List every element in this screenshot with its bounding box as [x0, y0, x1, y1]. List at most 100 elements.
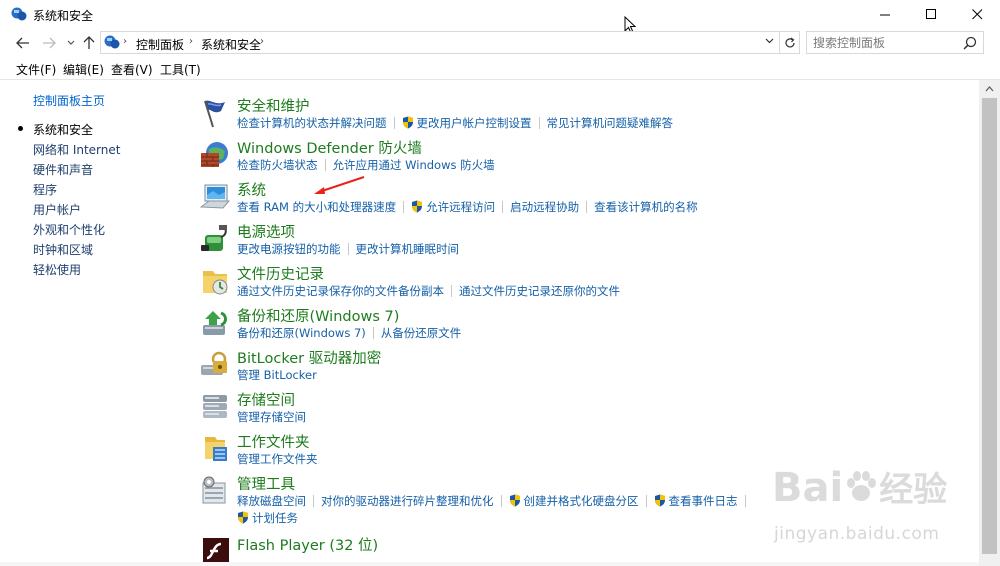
category-title[interactable]: BitLocker 驱动器加密: [237, 347, 381, 368]
work-folders-icon: [205, 437, 227, 461]
sidebar-item-system-security: 系统和安全: [33, 123, 94, 137]
title-bar: 系统和安全: [0, 0, 1000, 28]
link-uac-settings[interactable]: 更改用户帐户控制设置: [417, 116, 532, 130]
category-links: 管理 BitLocker: [237, 367, 317, 383]
link-remote-access[interactable]: 允许远程访问: [426, 200, 495, 214]
chevron-down-icon: [765, 38, 774, 44]
category-title[interactable]: 备份和还原(Windows 7): [237, 305, 399, 326]
vertical-scrollbar[interactable]: [979, 80, 1000, 566]
uac-shield-icon: [509, 494, 520, 507]
link-event-logs[interactable]: 查看事件日志: [669, 494, 738, 508]
category-title[interactable]: 工作文件夹: [237, 431, 310, 452]
bitlocker-icon: [201, 351, 227, 375]
link-check-status[interactable]: 检查计算机的状态并解决问题: [237, 116, 387, 130]
minimize-button[interactable]: [862, 0, 908, 28]
sidebar-item-user-accounts[interactable]: 用户帐户: [33, 201, 81, 218]
menu-view[interactable]: 查看(V): [111, 61, 153, 78]
arrow-up-icon: [83, 36, 95, 49]
breadcrumb-system-security[interactable]: 系统和安全: [201, 36, 261, 53]
current-item-bullet: [18, 126, 23, 131]
category-links: 备份和还原(Windows 7) 从备份还原文件: [237, 325, 461, 341]
search-input[interactable]: [813, 35, 963, 50]
category-title[interactable]: 安全和维护: [237, 95, 310, 116]
category-links: 检查防火墙状态 允许应用通过 Windows 防火墙: [237, 157, 495, 173]
category-title[interactable]: 电源选项: [237, 221, 295, 242]
breadcrumb-separator-icon[interactable]: ›: [189, 36, 193, 47]
search-box[interactable]: [806, 31, 984, 54]
link-restore-from-backup[interactable]: 从备份还原文件: [381, 326, 462, 340]
link-sleep-time[interactable]: 更改计算机睡眠时间: [356, 242, 460, 256]
close-button[interactable]: [954, 0, 1000, 28]
firewall-icon: [201, 142, 228, 167]
sidebar-item-hardware-sound[interactable]: 硬件和声音: [33, 161, 93, 178]
link-restore-files[interactable]: 通过文件历史记录还原你的文件: [459, 284, 620, 298]
link-manage-bitlocker[interactable]: 管理 BitLocker: [237, 368, 317, 382]
breadcrumb-separator-icon[interactable]: ›: [260, 36, 264, 47]
category-links: 通过文件历史记录保存你的文件备份副本 通过文件历史记录还原你的文件: [237, 283, 620, 299]
uac-shield-icon: [238, 511, 248, 524]
link-firewall-status[interactable]: 检查防火墙状态: [237, 158, 318, 172]
annotation-arrow-icon: [314, 176, 365, 194]
category-links: 更改电源按钮的功能 更改计算机睡眠时间: [237, 241, 459, 257]
uac-shield-icon: [402, 116, 413, 129]
link-power-button[interactable]: 更改电源按钮的功能: [237, 242, 341, 256]
link-save-backup[interactable]: 通过文件历史记录保存你的文件备份副本: [237, 284, 444, 298]
arrow-left-icon: [16, 37, 29, 49]
backup-icon: [203, 311, 227, 335]
link-allow-app[interactable]: 允许应用通过 Windows 防火墙: [333, 158, 495, 172]
address-bar[interactable]: › 控制面板 › 系统和安全 ›: [100, 31, 780, 54]
category-links: 检查计算机的状态并解决问题 更改用户帐户控制设置 常见计算机问题疑难解答: [237, 115, 673, 131]
category-title[interactable]: 文件历史记录: [237, 263, 324, 284]
sidebar-item-appearance[interactable]: 外观和个性化: [33, 221, 105, 238]
sidebar: 控制面板主页 系统和安全 网络和 Internet 硬件和声音 程序 用户帐户 …: [0, 80, 190, 566]
search-icon[interactable]: [963, 36, 977, 50]
watermark-logo: Bai 经验: [772, 462, 947, 511]
link-troubleshoot[interactable]: 常见计算机问题疑难解答: [547, 116, 674, 130]
maximize-button[interactable]: [908, 0, 954, 28]
link-separator: [538, 117, 540, 129]
menu-tools[interactable]: 工具(T): [160, 61, 201, 78]
watermark-logo-text: Bai: [772, 465, 844, 511]
arrow-right-icon: [43, 37, 56, 49]
baidu-watermark: Bai 经验 jingyan.baidu.com: [764, 454, 964, 550]
sidebar-item-control-panel-home[interactable]: 控制面板主页: [33, 92, 105, 109]
category-title[interactable]: 管理工具: [237, 473, 295, 494]
sidebar-item-ease-of-access[interactable]: 轻松使用: [33, 261, 81, 278]
refresh-button[interactable]: [780, 31, 800, 54]
forward-button[interactable]: [40, 34, 58, 52]
category-links: 管理工作文件夹: [237, 451, 318, 467]
uac-shield-icon: [412, 200, 423, 213]
link-separator: [586, 201, 588, 213]
computer-icon: [199, 184, 231, 209]
link-disk-cleanup[interactable]: 释放磁盘空间: [237, 494, 306, 508]
link-defragment[interactable]: 对你的驱动器进行碎片整理和优化: [321, 494, 494, 508]
recent-locations-button[interactable]: [62, 34, 80, 52]
category-title[interactable]: 存储空间: [237, 389, 295, 410]
watermark-url: jingyan.baidu.com: [774, 524, 940, 544]
menu-file[interactable]: 文件(F): [16, 61, 56, 78]
link-manage-storage[interactable]: 管理存储空间: [237, 410, 306, 424]
category-links: 管理存储空间: [237, 409, 306, 425]
address-dropdown-button[interactable]: [765, 36, 774, 47]
sidebar-item-clock-region[interactable]: 时钟和区域: [33, 241, 93, 258]
category-title[interactable]: Flash Player (32 位): [237, 534, 378, 555]
link-separator: [451, 285, 452, 297]
up-button[interactable]: [80, 34, 98, 52]
category-title[interactable]: 系统: [237, 179, 266, 200]
sidebar-item-programs[interactable]: 程序: [33, 181, 57, 198]
menu-edit[interactable]: 编辑(E): [63, 61, 104, 78]
back-button[interactable]: [14, 34, 32, 52]
link-task-scheduler[interactable]: 计划任务: [252, 511, 298, 525]
link-backup-restore[interactable]: 备份和还原(Windows 7): [237, 326, 366, 340]
link-remote-assistance[interactable]: 启动远程协助: [510, 200, 579, 214]
link-manage-work-folders[interactable]: 管理工作文件夹: [237, 452, 318, 466]
scroll-thumb[interactable]: [982, 98, 997, 554]
breadcrumb-separator-icon[interactable]: ›: [123, 36, 127, 47]
category-title[interactable]: Windows Defender 防火墙: [237, 137, 422, 158]
storage-icon: [203, 395, 227, 418]
link-format-partition[interactable]: 创建并格式化硬盘分区: [524, 494, 639, 508]
scroll-up-button[interactable]: [979, 80, 1000, 97]
link-computer-name[interactable]: 查看该计算机的名称: [594, 200, 698, 214]
sidebar-item-network-internet[interactable]: 网络和 Internet: [33, 141, 120, 158]
breadcrumb-control-panel[interactable]: 控制面板: [136, 36, 184, 53]
